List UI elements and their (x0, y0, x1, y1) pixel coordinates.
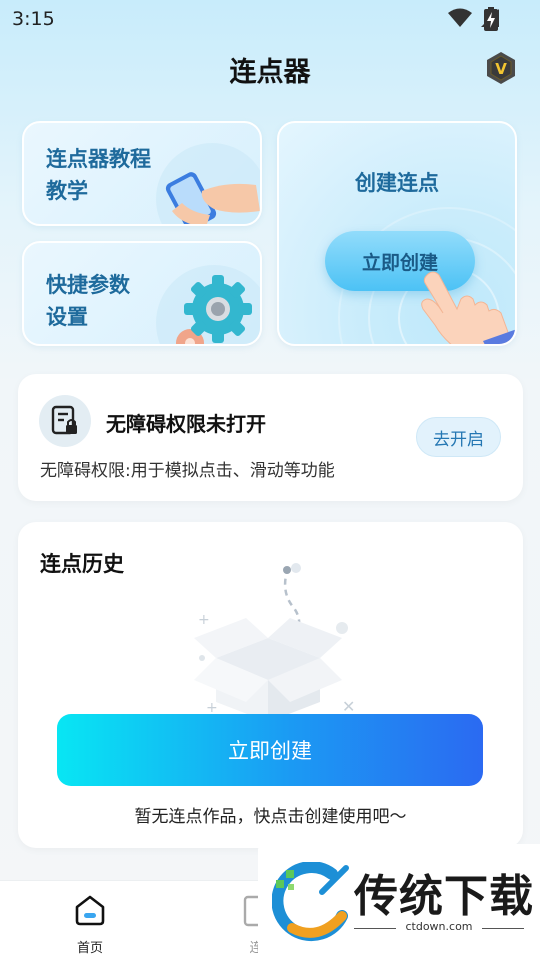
nav-item-home[interactable]: 首页 (60, 893, 120, 956)
params-label-line2: 设置 (46, 305, 88, 329)
tutorial-label: 连点器教程 教学 (46, 143, 151, 207)
pointing-hand-icon (421, 271, 515, 344)
home-icon (75, 895, 105, 926)
accessibility-permission-card: 无障碍权限未打开 无障碍权限:用于模拟点击、滑动等功能 去开启 (18, 374, 523, 501)
gear-icon (156, 265, 260, 344)
nav-label-home: 首页 (76, 941, 103, 956)
create-card-title: 创建连点 (355, 171, 439, 195)
params-label: 快捷参数 设置 (46, 269, 130, 333)
empty-history-text: 暂无连点作品，快点击创建使用吧～ (134, 807, 407, 827)
tutorial-label-line2: 教学 (46, 179, 88, 203)
permission-title: 无障碍权限未打开 (106, 412, 266, 436)
tutorial-card[interactable]: 连点器教程 教学 (22, 121, 262, 226)
empty-box-icon: + + ✕ (194, 563, 355, 722)
battery-icon (484, 7, 498, 31)
status-time: 3:15 (12, 8, 55, 30)
watermark-url: ctdown.com (405, 920, 473, 933)
watermark-text: 传统下载 (354, 871, 534, 922)
page-title: 连点器 (229, 57, 311, 88)
vip-badge-icon[interactable]: V (484, 51, 518, 85)
params-label-line1: 快捷参数 (46, 273, 130, 297)
wifi-icon (448, 8, 472, 27)
status-bar: 3:15 (0, 0, 540, 38)
click-history-card: 连点历史 + + ✕ 立即创建 暂无连点作品，快点击创建使用吧～ (18, 522, 523, 848)
watermark-logo-icon (272, 862, 349, 942)
svg-text:+: + (198, 612, 210, 628)
watermark-line-right (482, 928, 524, 929)
phone-hand-icon (156, 143, 260, 224)
enable-permission-button[interactable]: 去开启 (416, 417, 501, 457)
create-now-button[interactable]: 立即创建 (57, 714, 483, 786)
tutorial-label-line1: 连点器教程 (46, 147, 151, 171)
history-title: 连点历史 (40, 552, 124, 576)
badge-letter: V (495, 60, 507, 78)
create-click-card[interactable]: 创建连点 立即创建 (277, 121, 517, 346)
permission-description: 无障碍权限:用于模拟点击、滑动等功能 (40, 461, 335, 481)
permission-icon-wrap (39, 395, 91, 447)
watermark: 传统下载 ctdown.com (258, 844, 540, 960)
shortcut-params-card[interactable]: 快捷参数 设置 (22, 241, 262, 346)
document-lock-icon (51, 405, 77, 435)
